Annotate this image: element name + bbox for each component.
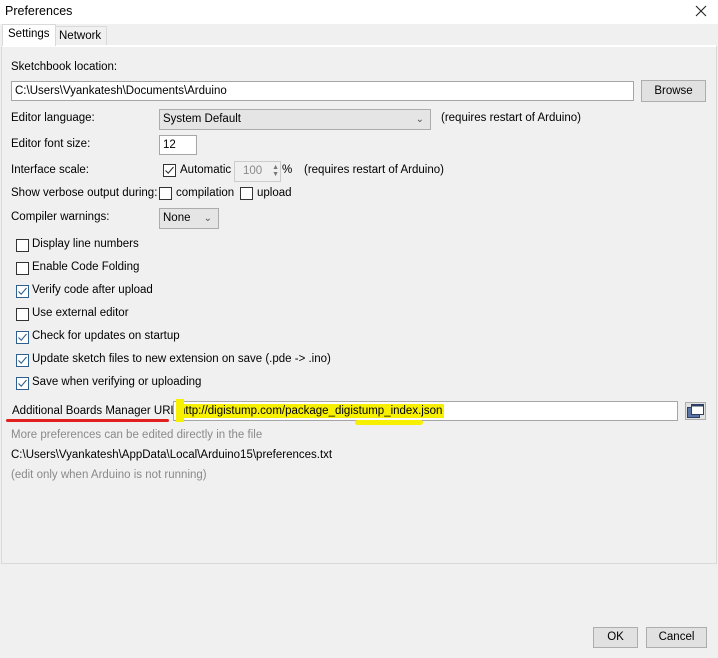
cancel-button[interactable]: Cancel [646,627,707,648]
option-checkbox[interactable] [16,285,29,298]
browse-button[interactable]: Browse [641,80,706,102]
preferences-file-path[interactable]: C:\Users\Vyankatesh\AppData\Local\Arduin… [11,449,332,461]
edit-only-note: (edit only when Arduino is not running) [11,469,207,481]
interface-scale-value: 100 [243,165,263,177]
option-label: Save when verifying or uploading [32,376,202,388]
verbose-output-label: Show verbose output during: [11,187,158,199]
interface-scale-unit: % [282,164,293,176]
option-checkbox[interactable] [16,331,29,344]
annotation-highlight-start [176,399,184,422]
editor-language-select[interactable]: System Default ⌄ [159,109,431,130]
checkmark-icon [18,287,27,296]
checkmark-icon [18,356,27,365]
editor-language-note: (requires restart of Arduino) [441,112,581,124]
edit-urls-button[interactable] [685,402,706,420]
editor-language-label: Editor language: [11,112,95,124]
automatic-checkbox[interactable] [163,164,176,177]
checkmark-icon [18,333,27,342]
option-checkbox[interactable] [16,239,29,252]
compilation-label: compilation [176,187,235,199]
ok-button[interactable]: OK [593,627,638,648]
window-title: Preferences [5,4,73,18]
checkmark-icon [18,379,27,388]
spinner-arrows-icon[interactable]: ▲ ▼ [272,164,279,178]
boards-manager-url-value: http://digistump.com/package_digistump_i… [177,404,445,418]
option-checkbox[interactable] [16,354,29,367]
editor-font-size-input[interactable]: 12 [159,135,197,155]
upload-checkbox[interactable] [240,187,253,200]
annotation-red-underline [6,419,169,422]
editor-language-value: System Default [163,113,241,125]
interface-scale-spinner[interactable]: 100 ▲ ▼ [234,161,281,182]
option-checkbox[interactable] [16,377,29,390]
option-label: Update sketch files to new extension on … [32,353,331,365]
title-bar [0,0,718,24]
interface-scale-note: (requires restart of Arduino) [304,164,444,176]
option-label: Enable Code Folding [32,261,140,273]
tab-settings[interactable]: Settings [2,24,56,46]
option-checkbox[interactable] [16,308,29,321]
option-label: Verify code after upload [32,284,153,296]
boards-manager-url-input[interactable]: http://digistump.com/package_digistump_i… [173,401,678,421]
automatic-label: Automatic [180,164,232,176]
window-list-icon [687,404,704,418]
upload-label: upload [257,187,292,199]
boards-manager-label: Additional Boards Manager URLs: [12,405,186,417]
option-label: Check for updates on startup [32,330,180,342]
compiler-warnings-label: Compiler warnings: [11,211,110,223]
sketchbook-location-input[interactable]: C:\Users\Vyankatesh\Documents\Arduino [11,81,634,101]
sketchbook-label: Sketchbook location: [11,61,118,73]
interface-scale-label: Interface scale: [11,164,89,176]
close-icon [695,5,707,17]
close-button[interactable] [692,1,710,21]
compilation-checkbox[interactable] [159,187,172,200]
option-checkbox[interactable] [16,262,29,275]
more-preferences-note: More preferences can be edited directly … [11,429,263,441]
annotation-highlight-tail [355,420,423,425]
option-label: Display line numbers [32,238,139,250]
compiler-warnings-select[interactable]: None ⌄ [159,208,219,229]
option-label: Use external editor [32,307,129,319]
checkmark-icon [165,166,174,175]
editor-font-size-label: Editor font size: [11,138,91,150]
chevron-down-icon: ⌄ [203,213,212,224]
chevron-down-icon: ⌄ [415,114,424,125]
tab-network[interactable]: Network [53,26,108,46]
compiler-warnings-value: None [163,212,191,224]
